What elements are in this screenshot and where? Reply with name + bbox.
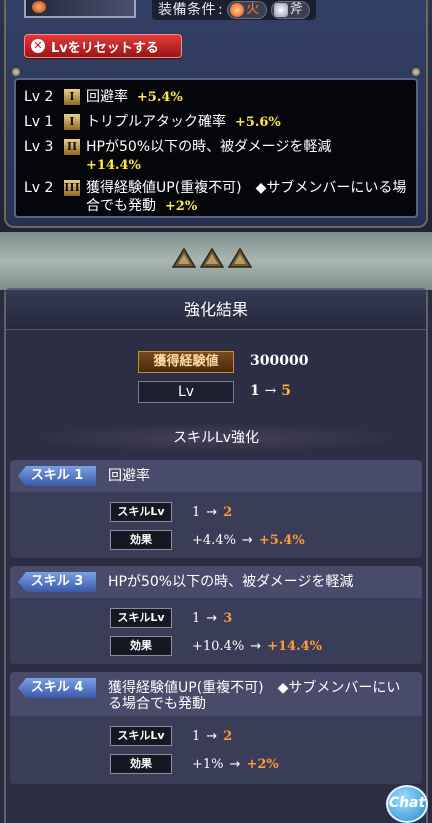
weapon-detail-panel: 装備条件: 火 斧 ✕ Lvをリセットする Lv 2 I 回避率 +5.4% L… (0, 0, 432, 232)
reset-lv-label: Lvをリセットする (51, 40, 159, 56)
skill-result-card: スキル 3 HPが50%以下の時、被ダメージを軽減 スキルLv 1 → 3 効果… (10, 566, 422, 664)
skill-name: HPが50%以下の時、被ダメージを軽減 (108, 574, 354, 590)
skill-rank-icon: II (64, 139, 80, 155)
skill-card-header: スキル 3 HPが50%以下の時、被ダメージを軽減 (10, 566, 422, 598)
skill-list-item: Lv 2 III 獲得経験値UP(重複不可) ◆サブメンバーにいる場合でも発動 … (24, 180, 407, 214)
skill-rank-icon: III (64, 180, 80, 196)
skill-list-item: Lv 3 II HPが50%以下の時、被ダメージを軽減 +14.4% (24, 139, 332, 173)
fire-attribute-chip: 火 (227, 1, 267, 19)
exp-gained-value: 300000 (250, 353, 309, 369)
skill-rank-icon: I (64, 89, 80, 105)
weapon-skill-list: Lv 2 I 回避率 +5.4% Lv 1 I トリプルアタック確率 +5.6%… (14, 78, 418, 218)
axe-attribute-chip: 斧 (270, 1, 311, 19)
effect-badge: 効果 (110, 636, 172, 656)
triangle-ornament-icon (200, 248, 224, 268)
skill-lv-row: スキルLv 1 → 2 (110, 726, 232, 746)
triangle-ornament-icon (228, 248, 252, 268)
skill-card-header: スキル 1 回避率 (10, 460, 422, 492)
skill-tag: スキル 3 (18, 572, 96, 592)
skill-name: 獲得経験値UP(重複不可) ◆サブメンバーにいる場合でも発動 (108, 680, 401, 712)
result-title: 強化結果 (6, 290, 426, 330)
reset-lv-button[interactable]: ✕ Lvをリセットする (24, 34, 182, 58)
skill-rank-icon: I (64, 114, 80, 130)
lv-change: 1 → 5 (250, 383, 291, 399)
equip-condition-label: 装備条件 (158, 2, 216, 18)
effect-row: 効果 +1% → +2% (110, 754, 279, 774)
frame-rivet-icon (412, 68, 420, 76)
lv-label: Lv (138, 381, 234, 403)
skill-name: 回避率 (108, 468, 150, 484)
skill-result-card: スキル 1 回避率 スキルLv 1 → 2 効果 +4.4% → +5.4% (10, 460, 422, 558)
skill-lv-section-title: スキルLv強化 (40, 424, 392, 452)
effect-badge: 効果 (110, 754, 172, 774)
lv-from: 1 (250, 383, 260, 399)
chat-button[interactable]: Chat (386, 785, 428, 823)
effect-row: 効果 +4.4% → +5.4% (110, 530, 305, 550)
effect-row: 効果 +10.4% → +14.4% (110, 636, 322, 656)
skill-lv-badge: スキルLv (110, 608, 172, 628)
skill-tag: スキル 4 (18, 678, 96, 698)
element-orb-icon (32, 1, 46, 13)
skill-card-header: スキル 4 獲得経験値UP(重複不可) ◆サブメンバーにいる場合でも発動 (10, 672, 422, 716)
weapon-thumbnail (24, 0, 136, 18)
skill-lv-row: スキルLv 1 → 2 (110, 502, 232, 522)
skill-list-item: Lv 2 I 回避率 +5.4% (24, 89, 183, 105)
fire-icon (230, 3, 245, 17)
frame-rivet-icon (12, 68, 20, 76)
equip-condition: 装備条件: 火 斧 (152, 0, 317, 20)
axe-icon (273, 3, 288, 17)
skill-lv-row: スキルLv 1 → 3 (110, 608, 232, 628)
skill-lv-badge: スキルLv (110, 502, 172, 522)
exp-gained-label: 獲得経験値 (138, 351, 234, 373)
triangle-ornament-icon (172, 248, 196, 268)
skill-result-card: スキル 4 獲得経験値UP(重複不可) ◆サブメンバーにいる場合でも発動 スキル… (10, 672, 422, 784)
close-icon: ✕ (31, 39, 45, 53)
effect-badge: 効果 (110, 530, 172, 550)
lv-to: 5 (281, 383, 291, 399)
skill-tag: スキル 1 (18, 466, 96, 486)
skill-list-item: Lv 1 I トリプルアタック確率 +5.6% (24, 114, 281, 130)
skill-lv-badge: スキルLv (110, 726, 172, 746)
